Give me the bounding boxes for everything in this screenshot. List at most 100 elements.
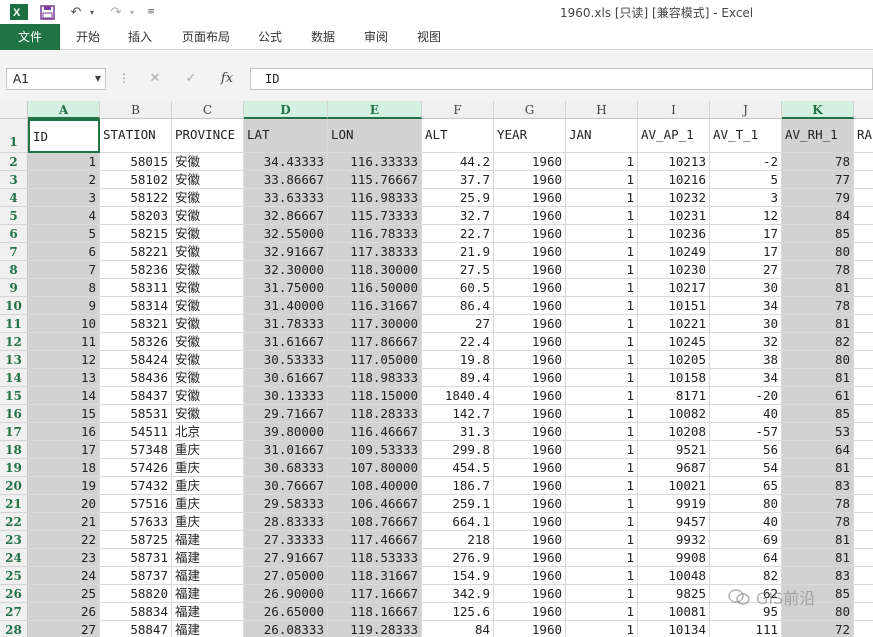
table-cell[interactable]: 1960 xyxy=(494,603,566,621)
table-cell-overflow[interactable] xyxy=(854,315,873,333)
header-cell[interactable]: STATION xyxy=(100,119,172,153)
row-header[interactable]: 7 xyxy=(0,243,28,261)
table-cell[interactable]: 10158 xyxy=(638,369,710,387)
row-header[interactable]: 19 xyxy=(0,459,28,477)
customize-toolbar-icon[interactable]: ≡ xyxy=(144,2,158,22)
table-cell[interactable]: 89.4 xyxy=(422,369,494,387)
table-cell[interactable]: 80 xyxy=(710,495,782,513)
table-cell[interactable]: 10151 xyxy=(638,297,710,315)
table-cell[interactable]: 安徽 xyxy=(172,333,244,351)
row-header[interactable]: 25 xyxy=(0,567,28,585)
table-cell[interactable]: 117.86667 xyxy=(328,333,422,351)
table-cell[interactable]: 117.30000 xyxy=(328,315,422,333)
table-cell[interactable]: 重庆 xyxy=(172,459,244,477)
table-cell[interactable]: 福建 xyxy=(172,603,244,621)
table-cell[interactable]: 31.40000 xyxy=(244,297,328,315)
table-cell[interactable]: 15 xyxy=(28,405,100,423)
table-cell[interactable]: 125.6 xyxy=(422,603,494,621)
table-cell[interactable]: 9908 xyxy=(638,549,710,567)
column-header-e[interactable]: E xyxy=(328,101,422,119)
chevron-down-icon[interactable]: ▼ xyxy=(95,69,101,89)
table-cell[interactable]: 1840.4 xyxy=(422,387,494,405)
table-cell[interactable]: 58737 xyxy=(100,567,172,585)
table-cell[interactable]: 81 xyxy=(782,315,854,333)
row-header[interactable]: 20 xyxy=(0,477,28,495)
row-header[interactable]: 13 xyxy=(0,351,28,369)
table-cell[interactable]: 32.91667 xyxy=(244,243,328,261)
table-cell[interactable]: 58847 xyxy=(100,621,172,637)
table-cell[interactable]: 79 xyxy=(782,189,854,207)
table-cell[interactable]: 117.46667 xyxy=(328,531,422,549)
table-cell[interactable]: 58820 xyxy=(100,585,172,603)
table-cell-overflow[interactable] xyxy=(854,225,873,243)
table-cell[interactable]: 39.80000 xyxy=(244,423,328,441)
table-cell[interactable]: 27 xyxy=(422,315,494,333)
table-cell[interactable]: 福建 xyxy=(172,585,244,603)
table-cell-overflow[interactable] xyxy=(854,585,873,603)
table-cell[interactable]: 1 xyxy=(566,315,638,333)
table-cell[interactable]: 82 xyxy=(710,567,782,585)
table-cell[interactable]: -20 xyxy=(710,387,782,405)
table-cell[interactable]: 78 xyxy=(782,513,854,531)
column-header-j[interactable]: J xyxy=(710,101,782,119)
table-cell[interactable]: 80 xyxy=(782,243,854,261)
row-header[interactable]: 15 xyxy=(0,387,28,405)
table-cell[interactable]: 44.2 xyxy=(422,153,494,171)
table-cell[interactable]: 1960 xyxy=(494,243,566,261)
row-header[interactable]: 6 xyxy=(0,225,28,243)
table-cell[interactable]: 1960 xyxy=(494,405,566,423)
table-cell[interactable]: 58436 xyxy=(100,369,172,387)
table-cell[interactable]: 56 xyxy=(710,441,782,459)
table-cell[interactable]: 86.4 xyxy=(422,297,494,315)
table-cell[interactable]: 116.33333 xyxy=(328,153,422,171)
header-cell[interactable]: ALT xyxy=(422,119,494,153)
table-cell[interactable]: 58015 xyxy=(100,153,172,171)
table-cell[interactable]: 154.9 xyxy=(422,567,494,585)
table-cell[interactable]: 118.30000 xyxy=(328,261,422,279)
table-cell[interactable]: 21 xyxy=(28,513,100,531)
table-cell[interactable]: 1 xyxy=(566,459,638,477)
table-cell[interactable]: 10216 xyxy=(638,171,710,189)
table-cell[interactable]: 1960 xyxy=(494,261,566,279)
table-cell[interactable]: 22.7 xyxy=(422,225,494,243)
table-cell[interactable]: 1 xyxy=(566,297,638,315)
table-cell[interactable]: 19 xyxy=(28,477,100,495)
table-cell[interactable]: 83 xyxy=(782,477,854,495)
table-cell[interactable]: 重庆 xyxy=(172,495,244,513)
table-cell[interactable]: 1960 xyxy=(494,585,566,603)
table-cell[interactable]: 72 xyxy=(782,621,854,637)
tab-formulas[interactable]: 公式 xyxy=(252,27,288,47)
redo-icon[interactable]: ↷ xyxy=(106,2,126,22)
table-cell[interactable]: 10236 xyxy=(638,225,710,243)
table-cell[interactable]: 1960 xyxy=(494,495,566,513)
table-cell[interactable]: 115.76667 xyxy=(328,171,422,189)
column-header-overflow[interactable] xyxy=(854,101,873,119)
table-cell[interactable]: 18 xyxy=(28,459,100,477)
table-cell[interactable]: 276.9 xyxy=(422,549,494,567)
table-cell[interactable]: 1960 xyxy=(494,459,566,477)
header-cell[interactable]: ID xyxy=(28,119,100,153)
table-cell[interactable]: 54511 xyxy=(100,423,172,441)
table-cell[interactable]: 1960 xyxy=(494,351,566,369)
table-cell[interactable]: 32.86667 xyxy=(244,207,328,225)
table-cell[interactable]: 安徽 xyxy=(172,225,244,243)
row-header[interactable]: 9 xyxy=(0,279,28,297)
table-cell[interactable]: 安徽 xyxy=(172,369,244,387)
table-cell[interactable]: 10217 xyxy=(638,279,710,297)
save-icon[interactable] xyxy=(36,2,58,22)
table-cell[interactable]: 118.28333 xyxy=(328,405,422,423)
table-cell[interactable]: 30.13333 xyxy=(244,387,328,405)
table-cell[interactable]: 117.16667 xyxy=(328,585,422,603)
table-cell[interactable]: 25 xyxy=(28,585,100,603)
table-cell[interactable]: 84 xyxy=(422,621,494,637)
table-cell[interactable]: 1960 xyxy=(494,387,566,405)
table-cell-overflow[interactable] xyxy=(854,207,873,225)
row-header[interactable]: 28 xyxy=(0,621,28,637)
table-cell[interactable]: 1 xyxy=(566,477,638,495)
table-cell[interactable]: 1 xyxy=(566,531,638,549)
table-cell[interactable]: 118.98333 xyxy=(328,369,422,387)
table-cell[interactable]: 118.31667 xyxy=(328,567,422,585)
table-cell[interactable]: 9521 xyxy=(638,441,710,459)
table-cell[interactable]: 118.15000 xyxy=(328,387,422,405)
row-header[interactable]: 3 xyxy=(0,171,28,189)
